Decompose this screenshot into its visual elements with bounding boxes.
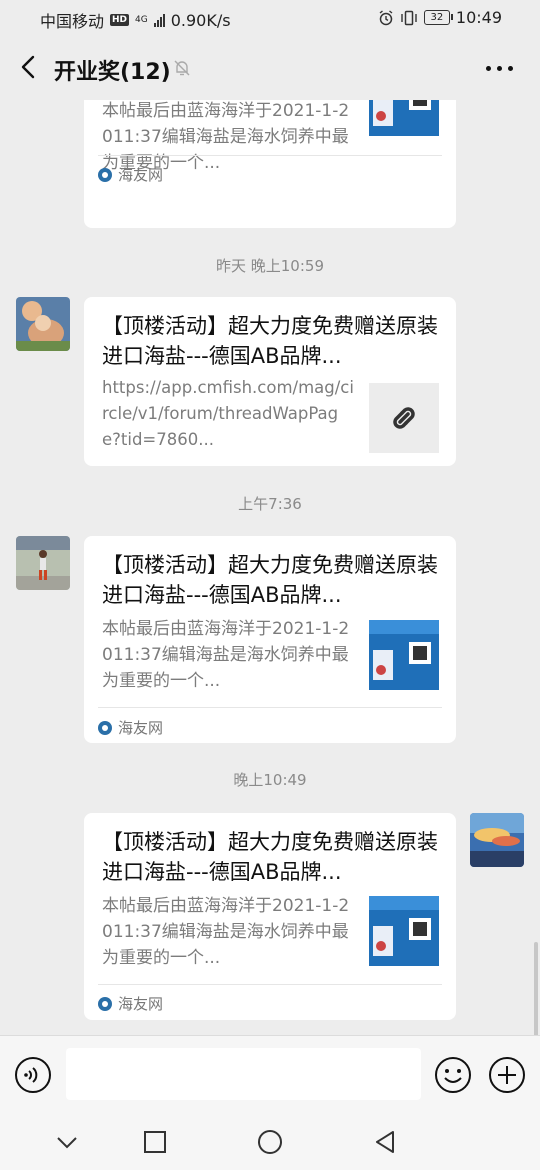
card-source-label: 海友网 xyxy=(118,719,164,737)
card-source: 海友网 xyxy=(98,717,163,738)
system-nav-bar xyxy=(0,1113,540,1170)
more-dots-icon[interactable] xyxy=(486,66,514,72)
emoji-icon[interactable] xyxy=(434,1056,472,1094)
card-divider xyxy=(98,984,442,985)
scroll-indicator[interactable] xyxy=(534,942,538,1035)
network-speed: 0.90K/s xyxy=(170,10,231,30)
card-description: https://app.cmfish.com/mag/circle/v1/for… xyxy=(102,378,354,449)
chat-header: 开业奖(12) xyxy=(0,36,540,100)
card-title: 【顶楼活动】超大力度免费赠送原装进口海盐---德国AB品牌... xyxy=(102,830,438,884)
status-left: 中国移动 HD 4G 0.90K/s xyxy=(40,8,231,32)
alarm-icon xyxy=(379,9,393,25)
collapse-chevron-icon[interactable] xyxy=(52,1127,82,1157)
link-card[interactable]: 【顶楼活动】超大力度免费赠送原装进口海盐---德国AB品牌... 本帖最后由蓝海… xyxy=(84,536,456,743)
card-source: 海友网 xyxy=(98,993,163,1014)
status-bar: 中国移动 HD 4G 0.90K/s 32 10:49 xyxy=(0,0,540,36)
chat-title: 开业奖(12) xyxy=(54,60,171,85)
message-timestamp: 晚上10:49 xyxy=(233,771,307,789)
mute-bell-icon xyxy=(174,60,190,76)
card-title: 【顶楼活动】超大力度免费赠送原装进口海盐---德国AB品牌... xyxy=(102,314,438,368)
vibrate-icon xyxy=(401,10,417,25)
card-divider xyxy=(98,707,442,708)
back-arrow-icon[interactable] xyxy=(14,52,44,82)
card-title: 【顶楼活动】超大力度免费赠送原装进口海盐---德国AB品牌... xyxy=(102,553,438,607)
card-description: 本帖最后由蓝海海洋于2021-1-2011:37编辑海盐是海水饲养中最为重要的一… xyxy=(102,619,350,691)
recent-apps-icon[interactable] xyxy=(140,1127,170,1157)
message-input[interactable] xyxy=(66,1048,421,1100)
source-logo-icon xyxy=(98,167,112,182)
card-source: 海友网 xyxy=(98,164,163,185)
plus-icon[interactable] xyxy=(488,1056,526,1094)
home-icon[interactable] xyxy=(255,1127,285,1157)
link-card[interactable]: 【顶楼活动】超大力度免费赠送原装进口海盐---德国AB品牌... 本帖最后由蓝海… xyxy=(84,813,456,1020)
input-bar xyxy=(0,1035,540,1114)
network-type: 4G xyxy=(135,14,148,25)
link-card[interactable]: 本帖最后由蓝海海洋于2021-1-2011:37编辑海盐是海水饲养中最为重要的一… xyxy=(84,100,456,228)
card-divider xyxy=(98,155,442,156)
avatar[interactable] xyxy=(16,297,70,351)
message-timestamp: 昨天 晚上10:59 xyxy=(216,257,324,275)
card-description: 本帖最后由蓝海海洋于2021-1-2011:37编辑海盐是海水饲养中最为重要的一… xyxy=(102,896,350,968)
avatar[interactable] xyxy=(470,813,524,867)
card-source-label: 海友网 xyxy=(118,166,164,184)
clock: 10:49 xyxy=(455,8,502,27)
link-thumbnail xyxy=(369,383,439,453)
status-right: 32 10:49 xyxy=(378,8,502,27)
link-card[interactable]: 【顶楼活动】超大力度免费赠送原装进口海盐---德国AB品牌... https:/… xyxy=(84,297,456,466)
battery-icon: 32 xyxy=(423,10,453,25)
carrier-name: 中国移动 xyxy=(40,12,105,31)
card-thumbnail xyxy=(369,620,439,690)
card-thumbnail xyxy=(369,896,439,966)
message-timestamp: 上午7:36 xyxy=(238,495,302,513)
battery-level: 32 xyxy=(430,11,444,23)
voice-icon[interactable] xyxy=(14,1056,52,1094)
hd-badge: HD xyxy=(110,14,130,26)
source-logo-icon xyxy=(98,996,112,1011)
card-source-label: 海友网 xyxy=(118,995,164,1013)
source-logo-icon xyxy=(98,720,112,735)
card-thumbnail xyxy=(369,100,439,136)
avatar[interactable] xyxy=(16,536,70,590)
link-icon xyxy=(393,407,415,429)
signal-icon xyxy=(153,13,165,27)
chat-area[interactable]: 本帖最后由蓝海海洋于2021-1-2011:37编辑海盐是海水饲养中最为重要的一… xyxy=(0,100,540,1035)
back-triangle-icon[interactable] xyxy=(370,1127,400,1157)
